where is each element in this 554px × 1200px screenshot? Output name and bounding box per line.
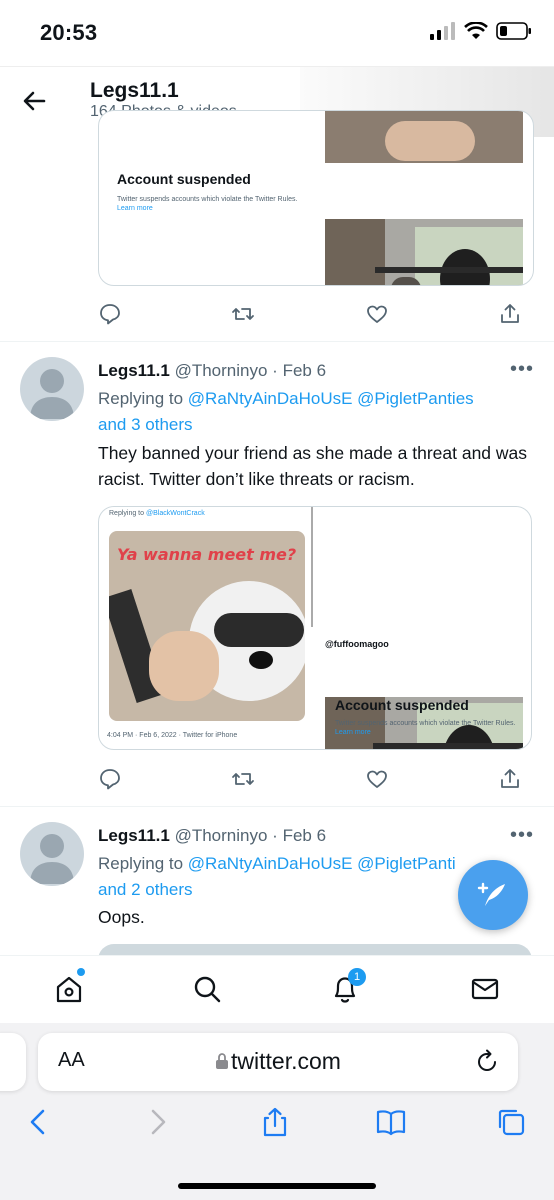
compose-icon [477,882,505,906]
suspended-title: Account suspended [117,171,251,187]
quoted-media-card[interactable]: Account suspended Twitter suspends accou… [98,110,534,286]
mail-icon[interactable] [470,974,500,1004]
lock-icon [216,1053,229,1069]
battery-icon [496,22,531,40]
url-field[interactable]: twitter.com [38,1048,518,1075]
divider [0,806,554,807]
default-avatar-icon [30,369,74,419]
compose-button[interactable] [458,860,528,930]
tabs-icon[interactable] [496,1107,526,1137]
home-icon[interactable] [54,974,84,1004]
bottom-nav: 1 [0,955,554,1023]
address-bar[interactable]: AA twitter.com [38,1033,518,1091]
back-arrow-icon[interactable] [20,87,48,115]
thumbnail-raccoon-gym [325,219,523,285]
embed-replying-prefix: Replying to [109,510,145,517]
replying-prefix: Replying to [98,854,184,873]
previous-tab-peek[interactable] [0,1033,26,1091]
tweet-handle[interactable]: @Thorninyo [175,361,268,380]
avatar[interactable] [20,357,84,421]
tweet-sep: · [272,361,278,380]
safari-forward-icon[interactable] [142,1107,172,1137]
replying-to: Replying to @RaNtyAinDaHoUsE @PigletPant… [98,386,528,438]
more-icon[interactable]: ••• [510,824,534,847]
retweet-icon[interactable] [231,302,255,326]
safari-share-icon[interactable] [260,1107,290,1137]
embed-learn-more: Learn more [335,729,371,736]
tweet-text: They banned your friend as she made a th… [98,443,528,489]
learn-more-link[interactable]: Learn more [117,205,153,212]
embed-handle: @fuffoomagoo [325,639,389,649]
tweet-header: Legs11.1 @Thorninyo · Feb 6 [98,826,326,846]
reload-icon[interactable] [474,1049,500,1075]
signal-icon [430,22,455,40]
notification-badge: 1 [348,968,366,986]
like-icon[interactable] [365,767,389,791]
suspended-text: Twitter suspends accounts which violate … [117,196,298,203]
tweet-image[interactable]: Replying to @BlackWontCrack Ya wanna mee… [98,506,532,750]
like-icon[interactable] [365,302,389,326]
more-icon[interactable]: ••• [510,358,534,381]
reply-mentions[interactable]: @RaNtyAinDaHoUsE @PigletPanti [188,854,456,873]
tweet-actions [98,767,522,791]
url-text: twitter.com [231,1048,341,1074]
tweet-header: Legs11.1 @Thorninyo · Feb 6 [98,361,326,381]
embed-suspended-title: Account suspended [335,697,469,713]
share-icon[interactable] [498,302,522,326]
replying-prefix: Replying to [98,389,184,408]
reply-mentions[interactable]: @RaNtyAinDaHoUsE @PigletPanties [188,389,474,408]
embed-replying-handle: @BlackWontCrack [145,510,205,517]
tweet-date[interactable]: Feb 6 [283,826,326,845]
share-icon[interactable] [498,767,522,791]
wifi-icon [464,22,488,39]
reply-icon[interactable] [98,302,122,326]
tweet-author-name[interactable]: Legs11.1 [98,826,170,845]
status-time: 20:53 [40,20,98,45]
search-icon[interactable] [192,974,222,1004]
home-indicator [178,1183,376,1189]
embed-timestamp: 4:04 PM · Feb 6, 2022 · Twitter for iPho… [107,732,238,739]
reply-others[interactable]: and 2 others [98,880,193,899]
tweet-sep: · [272,826,278,845]
safari-toolbar [0,1107,554,1147]
reply-others[interactable]: and 3 others [98,415,193,434]
header-name: Legs11.1 [90,79,179,102]
retweet-icon[interactable] [231,767,255,791]
embed-suspended-text: Twitter suspends accounts which violate … [335,720,516,727]
divider [0,341,554,342]
avatar[interactable] [20,822,84,886]
bookmarks-icon[interactable] [376,1107,406,1137]
thumbnail-hand [325,111,523,163]
tweet-author-name[interactable]: Legs11.1 [98,361,170,380]
tweet-date[interactable]: Feb 6 [283,361,326,380]
reply-icon[interactable] [98,767,122,791]
safari-chrome: AA twitter.com [0,1023,554,1200]
status-icons [430,22,532,40]
safari-back-icon[interactable] [24,1107,54,1137]
home-dot [77,968,85,976]
default-avatar-icon [30,834,74,884]
meme-raccoon-image: Ya wanna meet me? [109,531,305,721]
tweet-actions [98,302,522,326]
tweet-handle[interactable]: @Thorninyo [175,826,268,845]
meme-caption: Ya wanna meet me? [117,545,297,564]
